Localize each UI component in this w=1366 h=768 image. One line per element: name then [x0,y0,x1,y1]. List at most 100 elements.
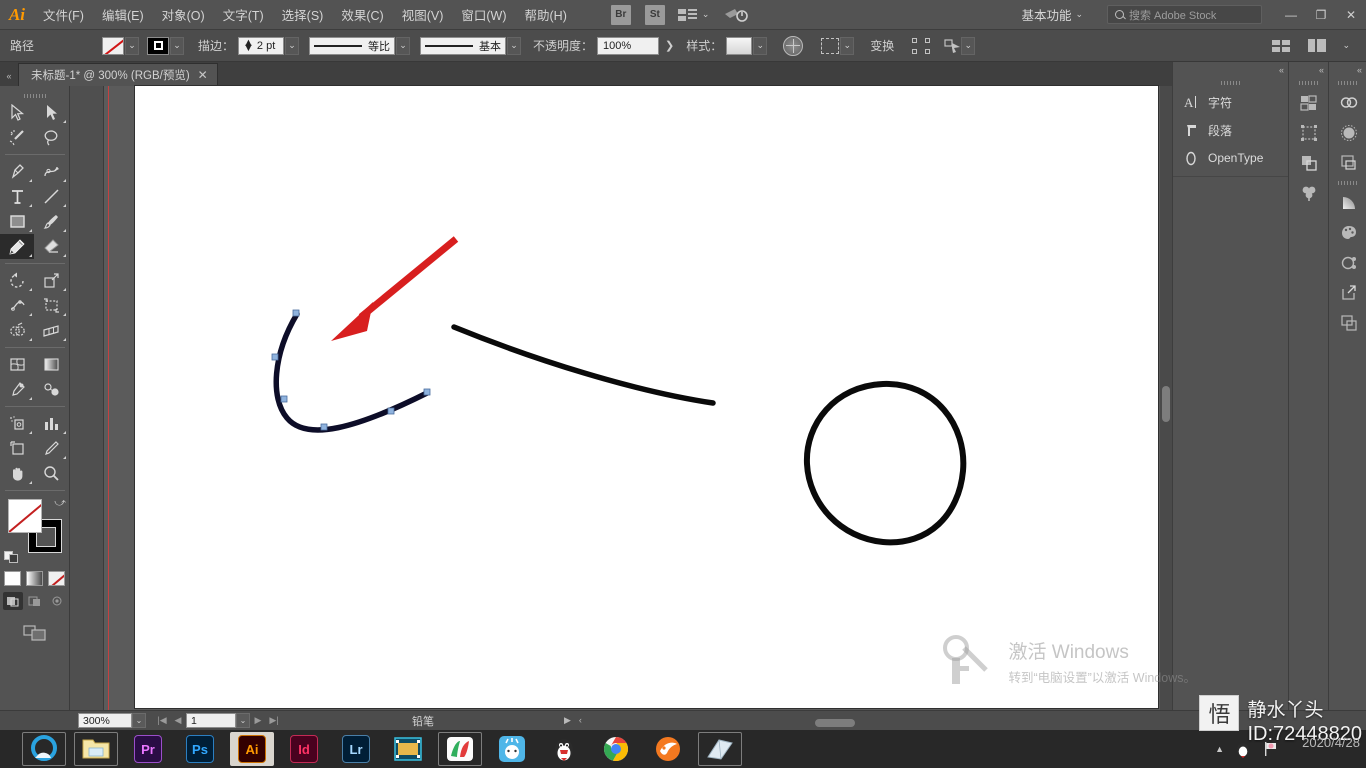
next-artboard-button[interactable]: ▶ [250,715,266,726]
menu-effect[interactable]: 效果(C) [332,1,392,28]
color-button[interactable] [4,571,21,586]
control-panel-layout-icon[interactable] [1308,38,1328,54]
none-button[interactable] [48,571,65,586]
isolate-selected-object-icon[interactable] [944,38,961,54]
panel-item-opentype[interactable]: OpenType [1173,144,1288,172]
first-artboard-button[interactable]: |◀ [154,715,170,726]
gradient-button[interactable] [26,571,43,586]
window-minimize-button[interactable]: — [1276,1,1306,29]
type-panel-collapse[interactable]: « [1173,62,1288,78]
fill-color-box[interactable] [8,499,42,533]
vertical-scrollbar[interactable] [1160,86,1172,710]
shape-builder-tool[interactable] [0,318,34,343]
document-tab-close-icon[interactable]: ✕ [198,69,208,81]
style-chevron-down-icon[interactable]: ⌄ [753,36,768,55]
document-tab[interactable]: 未标题-1* @ 300% (RGB/预览) ✕ [18,63,218,86]
vertical-ruler[interactable] [70,86,104,710]
layers-icon[interactable] [1329,148,1366,178]
taskbar-photoshop[interactable]: Ps [178,732,222,766]
graphic-style-swatch[interactable] [726,36,753,55]
stock-search-input[interactable]: 搜索 Adobe Stock [1107,5,1262,24]
hand-tool[interactable] [0,461,34,486]
width-tool[interactable] [0,293,34,318]
isolate-chevron-down-icon[interactable]: ⌄ [961,36,976,55]
collapse-panel-icon-2[interactable]: « [1319,65,1324,75]
window-restore-button[interactable]: ❐ [1306,1,1336,29]
stroke-weight-stepper[interactable]: ▲ ▼ [243,37,254,53]
opacity-flyout-icon[interactable]: ❯ [665,39,674,52]
menu-type[interactable]: 文字(T) [214,1,273,28]
taskbar-orange-browser[interactable] [646,732,690,766]
workspace-chevron-down-icon[interactable]: ⌄ [1075,9,1083,20]
taskbar-browser[interactable] [22,732,66,766]
type-panel-grip[interactable] [1173,78,1288,88]
opacity-input[interactable]: 100% [597,36,660,55]
arrange-chevron-down-icon[interactable]: ⌄ [702,9,710,20]
default-fill-stroke-icon[interactable] [4,551,20,563]
tertiary-panel-grip[interactable] [1329,78,1366,88]
taskbar-weather-app[interactable] [490,732,534,766]
status-collapse-icon[interactable]: ‹ [579,715,582,726]
curvature-tool[interactable] [34,159,68,184]
pathfinder-icon[interactable] [1289,148,1329,178]
window-close-button[interactable]: ✕ [1336,1,1366,29]
taskbar-colorful-app[interactable] [438,732,482,766]
appearance-icon[interactable] [1329,118,1366,148]
rotate-tool[interactable] [0,268,34,293]
zoom-chevron-down-icon[interactable]: ⌄ [132,713,146,728]
transform-icon[interactable] [1289,118,1329,148]
swap-fill-stroke-icon[interactable]: ⤻ [54,497,66,510]
arrange-documents-icon[interactable] [677,7,698,23]
slice-tool[interactable] [34,436,68,461]
column-graph-tool[interactable] [34,411,68,436]
free-transform-tool[interactable] [34,293,68,318]
scale-tool[interactable] [34,268,68,293]
paintbrush-tool[interactable] [34,209,68,234]
taskbar-notepad[interactable] [698,732,742,766]
artboard-number-input[interactable]: 1 [186,713,236,728]
direct-selection-tool[interactable] [34,100,68,125]
transform-button[interactable]: 变换 [870,37,894,54]
collapse-panel-icon-1[interactable]: « [1279,65,1284,75]
type-tool[interactable] [0,184,34,209]
menu-view[interactable]: 视图(V) [393,1,453,28]
perspective-grid-tool[interactable] [34,318,68,343]
taskbar-indesign[interactable]: Id [282,732,326,766]
menu-window[interactable]: 窗口(W) [452,1,515,28]
secondary-panel-collapse[interactable]: « [1289,62,1328,78]
secondary-panel-grip[interactable] [1289,78,1328,88]
eraser-tool[interactable] [34,234,68,259]
menu-object[interactable]: 对象(O) [153,1,214,28]
tertiary-panel-grip-2[interactable] [1329,178,1366,188]
mesh-tool[interactable] [0,352,34,377]
brushes-icon[interactable] [1289,178,1329,208]
bridge-icon[interactable]: Br [610,4,631,25]
select-similar-chevron-down-icon[interactable]: ⌄ [840,36,855,55]
tools-panel-grip[interactable] [0,92,69,100]
menu-file[interactable]: 文件(F) [34,1,93,28]
vertical-scrollbar-thumb[interactable] [1162,386,1170,422]
symbols-icon[interactable] [1329,248,1366,278]
menu-select[interactable]: 选择(S) [273,1,333,28]
swatches-icon[interactable] [1289,88,1329,118]
control-panel-chevron-down-icon[interactable]: ⌄ [1342,40,1350,51]
artboard-canvas[interactable] [135,86,1158,708]
panel-item-character[interactable]: A 字符 [1173,88,1288,116]
selection-tool[interactable] [0,100,34,125]
stock-search-icon[interactable] [723,5,749,25]
brush-definition-chevron-down-icon[interactable]: ⌄ [507,36,522,55]
panel-item-paragraph[interactable]: 段落 [1173,116,1288,144]
pencil-tool[interactable] [0,234,34,259]
fill-swatch[interactable] [102,36,124,55]
taskbar-qq[interactable] [542,732,586,766]
gradient-icon[interactable] [1329,188,1366,218]
taskbar-premiere[interactable]: Pr [126,732,170,766]
tabbar-collapse-left-icon[interactable]: « [0,71,18,86]
taskbar-lightroom[interactable]: Lr [334,732,378,766]
stroke-weight-chevron-down-icon[interactable]: ⌄ [285,36,300,55]
draw-behind-icon[interactable] [25,592,45,610]
workspace-selector[interactable]: 基本功能 [1021,5,1071,24]
control-panel-grid-icon[interactable] [1272,38,1292,54]
color-guide-icon[interactable] [1329,218,1366,248]
cc-libraries-icon[interactable] [1329,88,1366,118]
